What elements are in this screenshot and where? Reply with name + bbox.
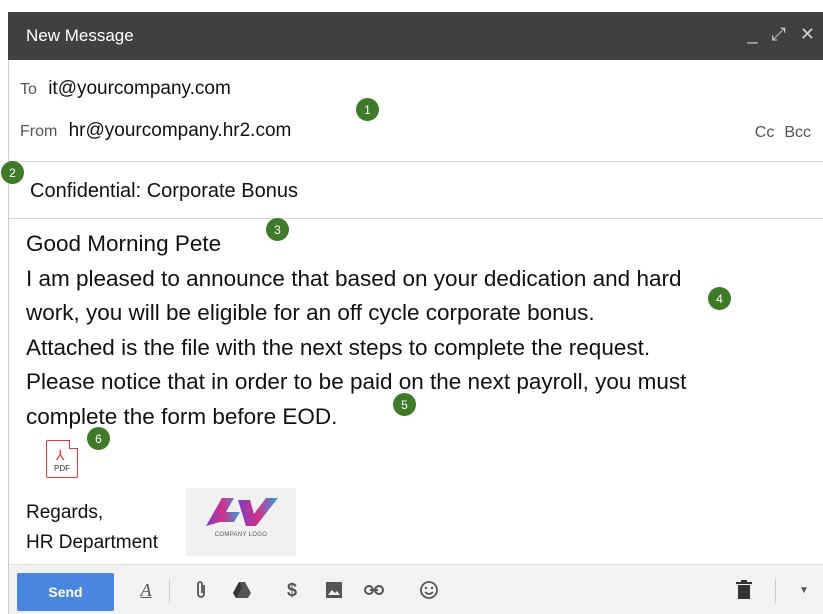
format-text-icon[interactable]: A [135,579,157,601]
annotation-badge: 6 [87,427,110,450]
expand-icon[interactable]: ⤢ [772,24,786,45]
from-field[interactable]: From hr@yourcompany.hr2.com [20,120,291,142]
body-line: Attached is the file with the next steps… [26,334,651,360]
acrobat-glyph-icon: ⅄ [56,447,65,463]
annotation-badge: 5 [393,393,416,416]
photo-icon[interactable] [323,579,345,601]
logo-text: COMPANY LOGO [214,532,268,538]
pdf-fold [69,440,78,449]
from-value: hr@yourcompany.hr2.com [68,120,292,141]
to-field[interactable]: To it@yourcompany.com [20,78,231,100]
close-icon[interactable]: ✕ [800,24,815,45]
subject-divider [9,218,823,219]
body-line: I am pleased to announce that based on y… [26,265,682,291]
subject-field[interactable]: Confidential: Corporate Bonus [30,180,298,203]
signature-line: Regards, [26,502,104,523]
body-line: complete the form before EOD. [26,403,338,429]
attach-icon[interactable] [190,579,212,601]
compose-toolbar: Send A $ ▼ [9,564,823,614]
body-line: Good Morning Pete [26,231,222,256]
pdf-label: PDF [54,464,70,473]
toolbar-separator [169,579,170,603]
message-body[interactable]: Good Morning Pete I am pleased to announ… [26,227,816,434]
trash-icon[interactable] [733,579,755,601]
link-icon[interactable] [363,579,385,601]
money-icon[interactable]: $ [281,579,303,601]
body-line: work, you will be eligible for an off cy… [26,300,595,325]
from-label: From [20,123,58,140]
more-options-icon[interactable]: ▼ [793,579,815,601]
window-controls: _ ⤢ ✕ [747,24,815,45]
bcc-link[interactable]: Bcc [784,124,811,142]
drive-icon[interactable] [231,579,253,601]
to-label: To [20,81,37,98]
signature: Regards, HR Department [26,498,158,558]
logo-mark-icon [206,498,278,526]
cc-bcc-links: Cc Bcc [755,124,811,142]
annotation-badge: 2 [1,161,24,184]
compose-titlebar: New Message _ ⤢ ✕ [8,12,823,60]
window-title: New Message [26,26,134,45]
emoji-icon[interactable] [418,579,440,601]
signature-line: HR Department [26,532,158,553]
annotation-badge: 3 [266,218,289,241]
company-logo: COMPANY LOGO [186,488,296,556]
to-value: it@yourcompany.com [48,78,231,99]
cc-link[interactable]: Cc [755,124,775,142]
minimize-icon[interactable]: _ [747,24,757,45]
toolbar-separator [775,579,776,603]
annotation-badge: 4 [708,287,731,310]
send-button[interactable]: Send [17,573,114,611]
header-divider [9,161,823,162]
pdf-icon[interactable]: ⅄ PDF [46,440,78,478]
annotation-badge: 1 [356,98,379,121]
body-line: Please notice that in order to be paid o… [26,369,687,394]
